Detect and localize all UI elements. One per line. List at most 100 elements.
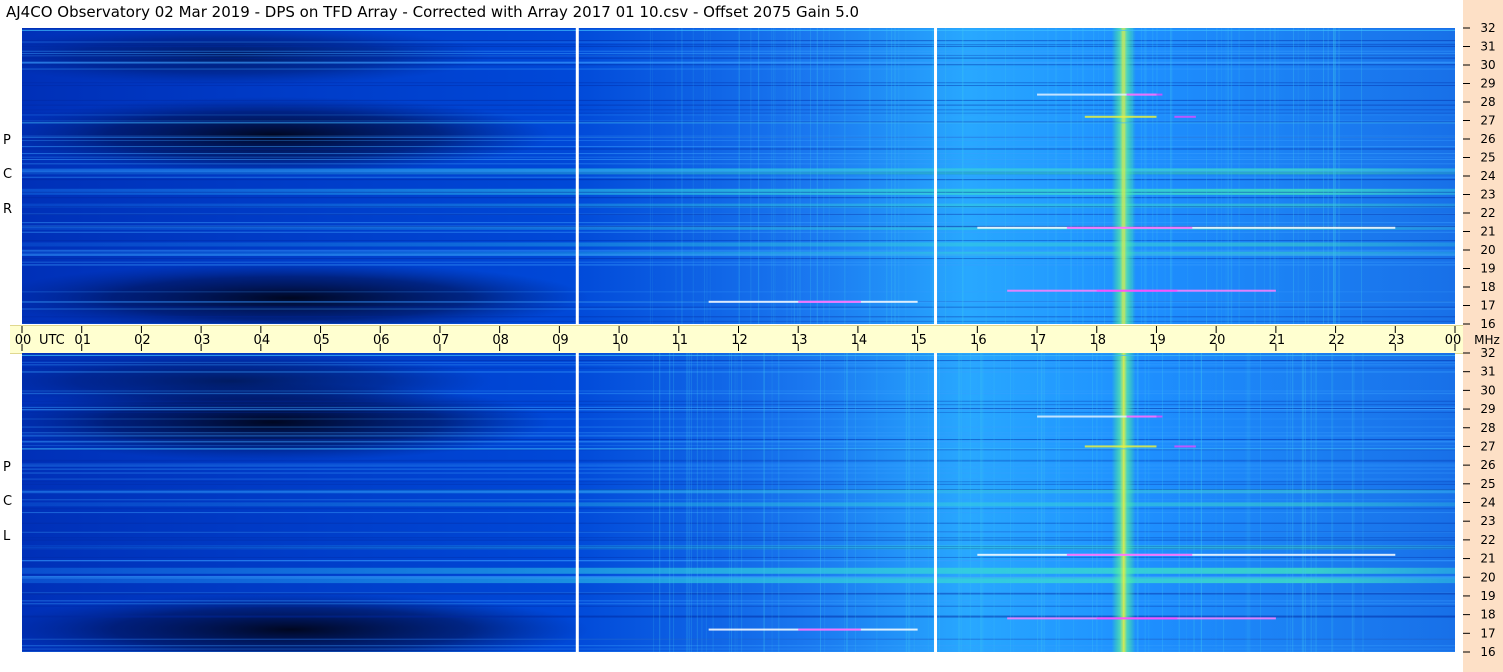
time-striation [1361, 28, 1363, 324]
spectral-line [22, 465, 1455, 467]
time-striation [945, 28, 947, 324]
spectral-line [22, 306, 1455, 308]
spectral-line [22, 404, 1455, 406]
frequency-tick-label: 26 [1480, 132, 1495, 146]
time-striation [907, 353, 909, 652]
time-striation [1274, 28, 1276, 324]
spectral-line [22, 222, 1455, 224]
spectral-line [22, 615, 1455, 617]
frequency-tick-label: 25 [1480, 477, 1495, 491]
time-striation [728, 353, 730, 652]
frequency-tick-label: 21 [1480, 552, 1495, 566]
frequency-tick-label: 32 [1480, 21, 1495, 35]
spectrogram-plot: 00 01 02 03 04 05 06 07 08 09 10 11 12 13 14 15 16 17 18 19… [15, 21, 1500, 659]
spectral-line [22, 390, 1455, 392]
interference-streak-peak [1066, 226, 1193, 229]
time-striation [1249, 353, 1251, 652]
spectral-line [22, 463, 1455, 465]
spectral-line [22, 600, 1455, 602]
spectral-line [22, 323, 1455, 324]
time-striation [1126, 353, 1128, 652]
frequency-tick-label: 27 [1480, 439, 1495, 453]
time-striation [843, 353, 845, 652]
time-striation [993, 353, 995, 652]
spectral-line [22, 169, 1455, 171]
spectral-line [22, 135, 1455, 137]
time-striation [706, 28, 708, 324]
time-striation [797, 28, 799, 324]
frequency-tick-label: 29 [1480, 77, 1495, 91]
interference-streak-peak [1066, 553, 1193, 556]
spectral-line [22, 114, 1455, 116]
time-tick-label: 04 [254, 333, 271, 348]
spectral-line [22, 605, 1455, 607]
frequency-tick-label: 19 [1480, 589, 1495, 603]
time-striation [1245, 353, 1247, 652]
spectral-line [22, 179, 1455, 181]
frequency-tick-label: 29 [1480, 402, 1495, 416]
time-tick-label: 06 [373, 333, 390, 348]
segment-divider-line [575, 353, 579, 652]
time-striation [1012, 353, 1014, 652]
spectral-line [22, 460, 1455, 462]
time-striation [938, 353, 940, 652]
frequency-axis-unit: MHz [1474, 333, 1500, 347]
spectral-line [22, 392, 1455, 394]
time-striation [758, 28, 760, 324]
time-striation [1047, 28, 1049, 324]
time-tick-label: 13 [791, 333, 808, 348]
spectral-line [22, 55, 1455, 57]
frequency-band [22, 502, 1455, 507]
spectral-line [22, 367, 1455, 369]
time-striation [1322, 28, 1324, 324]
time-striation [1032, 28, 1034, 324]
time-striation [1238, 28, 1240, 324]
lcp-spectrogram [22, 353, 1455, 652]
time-striation [653, 353, 655, 652]
spectral-line [22, 575, 1455, 577]
spectral-line [22, 163, 1455, 165]
frequency-tick-label: 17 [1480, 626, 1495, 640]
time-striation [824, 353, 826, 652]
spectral-line [22, 104, 1455, 106]
spectral-line [22, 537, 1455, 539]
time-striation [810, 28, 812, 324]
spectral-line [22, 250, 1455, 252]
time-striation [1338, 28, 1340, 324]
spectral-line [22, 206, 1455, 208]
time-striation [709, 28, 711, 324]
frequency-tick-label: 19 [1480, 262, 1495, 276]
spectral-line [22, 62, 1455, 64]
time-tick-label: 00 [1445, 333, 1462, 348]
spectral-line [22, 320, 1455, 322]
spectral-line [22, 435, 1455, 437]
spectral-line [22, 29, 1455, 31]
time-striation [1310, 353, 1312, 652]
interference-streak-peak [798, 300, 861, 303]
time-striation [704, 28, 706, 324]
frequency-tick-label: 18 [1480, 280, 1495, 294]
time-tick-label: 14 [851, 333, 868, 348]
interference-streak-peak [1096, 289, 1178, 292]
time-striation [982, 353, 984, 652]
spectral-line [22, 120, 1455, 122]
time-striation [1315, 353, 1317, 652]
time-tick-label: 00 [15, 333, 32, 348]
time-striation [774, 28, 776, 324]
time-tick-label: 12 [731, 333, 748, 348]
spectral-line [22, 308, 1455, 310]
time-striation [1304, 28, 1306, 324]
spectral-line [22, 197, 1455, 199]
time-striation [1301, 353, 1303, 652]
frequency-tick-label: 17 [1480, 299, 1495, 313]
time-striation [1304, 353, 1306, 652]
spectral-line [22, 459, 1455, 461]
time-striation [741, 353, 743, 652]
spectral-line [22, 82, 1455, 84]
time-axis-ticks: 00 01 02 03 04 05 06 07 08 09 10 11 12 13 14 15 16 17 18 19… [15, 326, 1500, 351]
time-striation [1171, 28, 1173, 324]
spectral-line [22, 176, 1455, 178]
time-striation [649, 28, 651, 324]
time-axis-unit: UTC [39, 333, 65, 348]
time-striation [730, 353, 732, 652]
